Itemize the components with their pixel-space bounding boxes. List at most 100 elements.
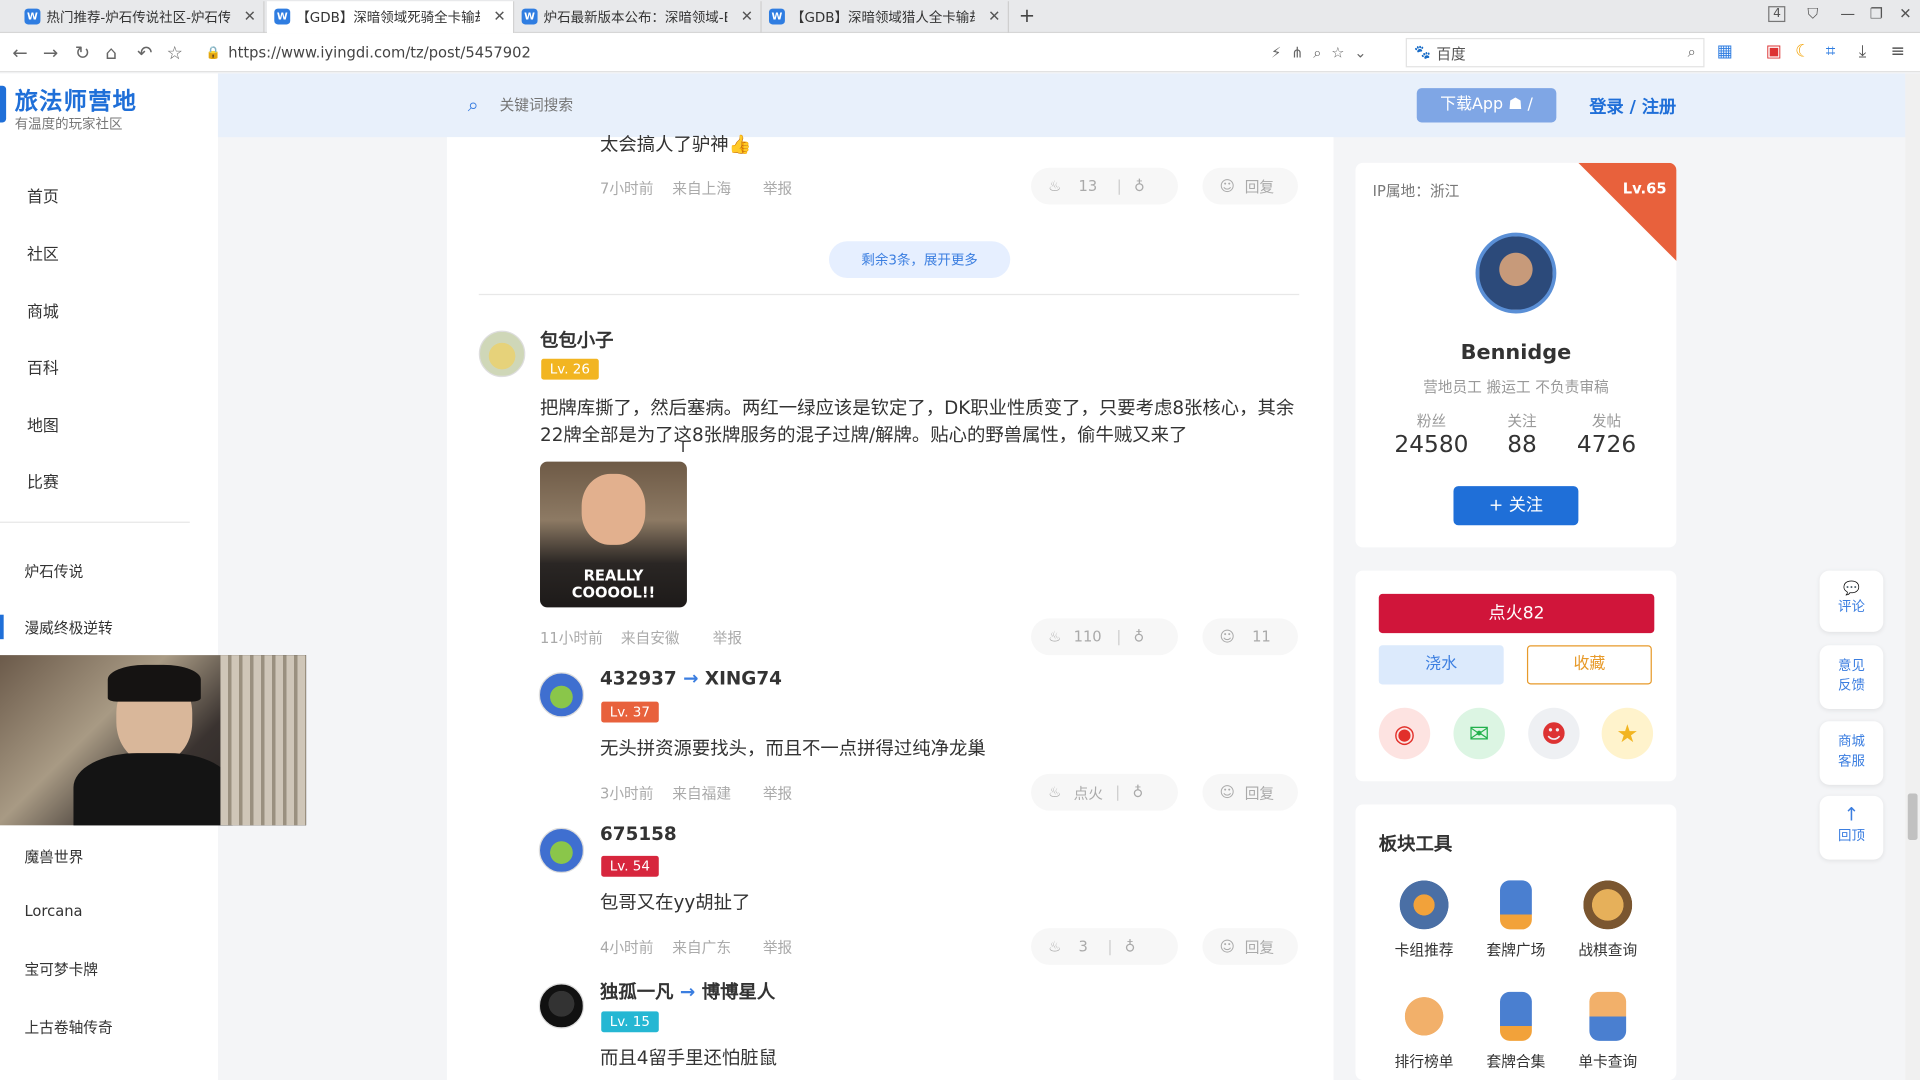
user-avatar[interactable] <box>478 330 526 378</box>
qq-icon[interactable]: ☻ <box>1528 707 1580 760</box>
close-window-icon[interactable]: ✕ <box>1899 5 1911 22</box>
wechat-icon[interactable]: ✉ <box>1453 707 1505 760</box>
undo-icon[interactable]: ↶ <box>137 42 152 64</box>
nav-item-wiki[interactable]: 百科 <box>27 355 59 378</box>
menu-icon[interactable]: ≡ <box>1891 42 1905 62</box>
apps-grid-icon[interactable]: ▦ <box>1717 42 1733 62</box>
reply-username[interactable]: 432937 → XING74 <box>600 667 782 689</box>
close-icon[interactable]: ✕ <box>244 7 256 24</box>
reply-pill[interactable]: ☺ 回复 <box>1202 928 1298 965</box>
url-actions-icons[interactable]: ⚡⋔⌕☆⌄ <box>1271 43 1376 61</box>
login-register-link[interactable]: 登录 / 注册 <box>1589 94 1676 118</box>
follow-button[interactable]: + 关注 <box>1453 486 1579 526</box>
home-icon[interactable]: ⌂ <box>105 42 117 64</box>
reply-author[interactable]: 独孤一凡 <box>600 981 673 1003</box>
fire-icon[interactable]: ♨ <box>1048 628 1061 645</box>
search-icon[interactable]: ⌕ <box>1688 43 1696 61</box>
crop-icon[interactable]: ⌗ <box>1826 42 1836 62</box>
fire-icon[interactable]: ♨ <box>1048 784 1061 801</box>
tool-card-search[interactable]: 单卡查询 <box>1565 991 1651 1072</box>
reply-pill[interactable]: ☺ 回复 <box>1202 167 1298 205</box>
site-logo[interactable]: 旅法师营地 <box>15 83 137 116</box>
report-link[interactable]: 举报 <box>763 782 792 803</box>
reply-author[interactable]: 432937 <box>600 667 677 689</box>
browser-tab[interactable]: W 【GDB】深暗领域猎人全卡输劫 ✕ <box>762 1 1009 34</box>
nav-item-home[interactable]: 首页 <box>27 184 59 207</box>
comment-float-button[interactable]: 💬 评论 <box>1819 570 1884 632</box>
water-icon[interactable]: ♁ <box>1134 178 1145 195</box>
back-to-top-button[interactable]: ↑ 回顶 <box>1819 795 1884 860</box>
comment-username[interactable]: 包包小子 <box>540 327 613 353</box>
game-item-elder-scrolls[interactable]: 上古卷轴传奇 <box>24 1016 112 1037</box>
site-search-input[interactable] <box>499 90 806 121</box>
new-tab-button[interactable]: + <box>1019 4 1035 27</box>
game-item-pokemon[interactable]: 宝可梦卡牌 <box>24 959 97 980</box>
author-avatar[interactable] <box>1475 232 1557 314</box>
forward-icon[interactable]: → <box>43 42 58 64</box>
minimize-icon[interactable]: — <box>1840 5 1855 22</box>
nav-item-map[interactable]: 地图 <box>27 413 59 436</box>
reply-pill[interactable]: ☺ 回复 <box>1202 773 1298 811</box>
download-icon[interactable]: ⤓ <box>1859 42 1867 62</box>
tool-deck-collection[interactable]: 套牌合集 <box>1473 991 1559 1072</box>
reply-username[interactable]: 独孤一凡 → 博博星人 <box>600 978 775 1004</box>
fire-label[interactable]: 点火 <box>1074 782 1103 803</box>
close-icon[interactable]: ✕ <box>741 7 753 24</box>
reply-pill[interactable]: ☺ 11 <box>1202 618 1298 656</box>
like-pill: ♨ 13 | ♁ <box>1031 167 1178 205</box>
download-app-button[interactable]: 下载App ☗ / <box>1416 88 1557 123</box>
fire-icon[interactable]: ♨ <box>1048 938 1061 955</box>
game-item-marvel-snap[interactable]: 漫威终极逆转 <box>24 617 112 638</box>
qzone-star-icon[interactable]: ★ <box>1601 707 1654 760</box>
water-icon[interactable]: ♁ <box>1125 938 1136 955</box>
tool-rankings[interactable]: 排行榜单 <box>1381 991 1467 1072</box>
nav-item-community[interactable]: 社区 <box>27 241 59 264</box>
tab-count-badge[interactable]: 4 <box>1768 6 1786 23</box>
water-button[interactable]: 浇水 <box>1378 645 1504 685</box>
report-link[interactable]: 举报 <box>763 178 792 199</box>
nav-item-shop[interactable]: 商城 <box>27 299 59 322</box>
browser-search-input[interactable]: 🐾 百度 ⌕ <box>1405 37 1705 68</box>
shirt-icon[interactable]: ⛉ <box>1807 5 1818 23</box>
weibo-icon[interactable]: ◉ <box>1378 707 1431 760</box>
browser-tab-active[interactable]: W 【GDB】深暗领域死骑全卡输劫 ✕ <box>266 1 515 34</box>
report-link[interactable]: 举报 <box>763 937 792 958</box>
tool-deck-plaza[interactable]: 套牌广场 <box>1473 880 1559 960</box>
user-avatar[interactable] <box>538 827 585 874</box>
game-item-wow[interactable]: 魔兽世界 <box>24 846 83 867</box>
shop-service-float-button[interactable]: 商城 客服 <box>1819 721 1884 785</box>
bookmark-star-icon[interactable]: ☆ <box>167 42 183 64</box>
browser-tab[interactable]: W 热门推荐-炉石传说社区-炉石传 ✕ <box>17 1 265 34</box>
game-item-hearthstone[interactable]: 炉石传说 <box>24 561 83 582</box>
close-icon[interactable]: ✕ <box>988 7 1000 24</box>
user-avatar[interactable] <box>538 983 585 1029</box>
game-item-lorcana[interactable]: Lorcana <box>24 902 82 919</box>
fire-button[interactable]: 点火82 <box>1378 593 1655 634</box>
close-icon[interactable]: ✕ <box>493 7 505 24</box>
feedback-float-button[interactable]: 意见 反馈 <box>1819 645 1884 709</box>
nav-item-match[interactable]: 比赛 <box>27 469 59 492</box>
reload-icon[interactable]: ↻ <box>75 42 90 64</box>
restore-icon[interactable]: ❐ <box>1870 5 1883 22</box>
report-link[interactable]: 举报 <box>713 627 742 648</box>
moon-icon[interactable]: ☾ <box>1795 42 1810 62</box>
collect-button[interactable]: 收藏 <box>1526 645 1652 685</box>
water-icon[interactable]: ♁ <box>1132 784 1143 801</box>
reply-target[interactable]: 博博星人 <box>702 981 775 1003</box>
scrollbar-thumb[interactable] <box>1907 793 1918 841</box>
url-bar[interactable]: 🔒 https://www.iyingdi.com/tz/post/545790… <box>205 37 1394 68</box>
reply-username[interactable]: 675158 <box>600 823 677 845</box>
back-icon[interactable]: ← <box>12 42 27 64</box>
browser-tab[interactable]: W 炉石最新版本公布：深暗领域-Be ✕ <box>514 1 762 34</box>
author-name[interactable]: Bennidge <box>1356 340 1677 364</box>
reply-target[interactable]: XING74 <box>705 667 782 689</box>
comment-image[interactable]: REALLY COOOOL!! <box>540 461 687 608</box>
page-scrollbar[interactable] <box>1905 73 1920 1080</box>
fire-icon[interactable]: ♨ <box>1048 178 1061 195</box>
tool-battlegrounds[interactable]: 战棋查询 <box>1565 880 1651 960</box>
user-avatar[interactable] <box>538 672 585 718</box>
pdf-icon[interactable]: ▣ <box>1766 42 1782 62</box>
water-icon[interactable]: ♁ <box>1134 628 1145 645</box>
tool-deck-recommend[interactable]: 卡组推荐 <box>1381 880 1467 960</box>
expand-more-button[interactable]: 剩余3条，展开更多 <box>828 241 1011 278</box>
